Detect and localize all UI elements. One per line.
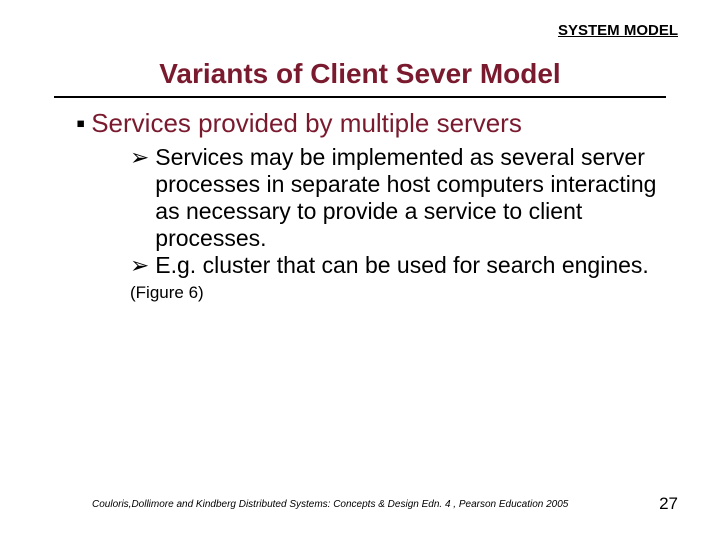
square-bullet-icon: ▪ [76,108,85,138]
content-area: ▪ Services provided by multiple servers … [76,108,676,303]
bullet-level2-group: ➢ Services may be implemented as several… [130,144,668,279]
header-label: SYSTEM MODEL [558,22,678,39]
figure-note: (Figure 6) [130,283,676,303]
footer-citation: Couloris,Dollimore and Kindberg Distribu… [92,499,568,510]
arrow-bullet-icon: ➢ [130,144,149,171]
arrow-bullet-icon: ➢ [130,252,149,279]
title-divider [54,96,666,98]
bullet-level1: ▪ Services provided by multiple servers [76,108,676,138]
bullet-level2-text: Services may be implemented as several s… [155,144,668,252]
bullet-level2: ➢ E.g. cluster that can be used for sear… [130,252,668,279]
page-title: Variants of Client Sever Model [0,58,720,90]
bullet-level2-text: E.g. cluster that can be used for search… [155,252,649,279]
bullet-level2: ➢ Services may be implemented as several… [130,144,668,252]
bullet-level1-text: Services provided by multiple servers [91,108,522,138]
page-number: 27 [659,494,678,514]
